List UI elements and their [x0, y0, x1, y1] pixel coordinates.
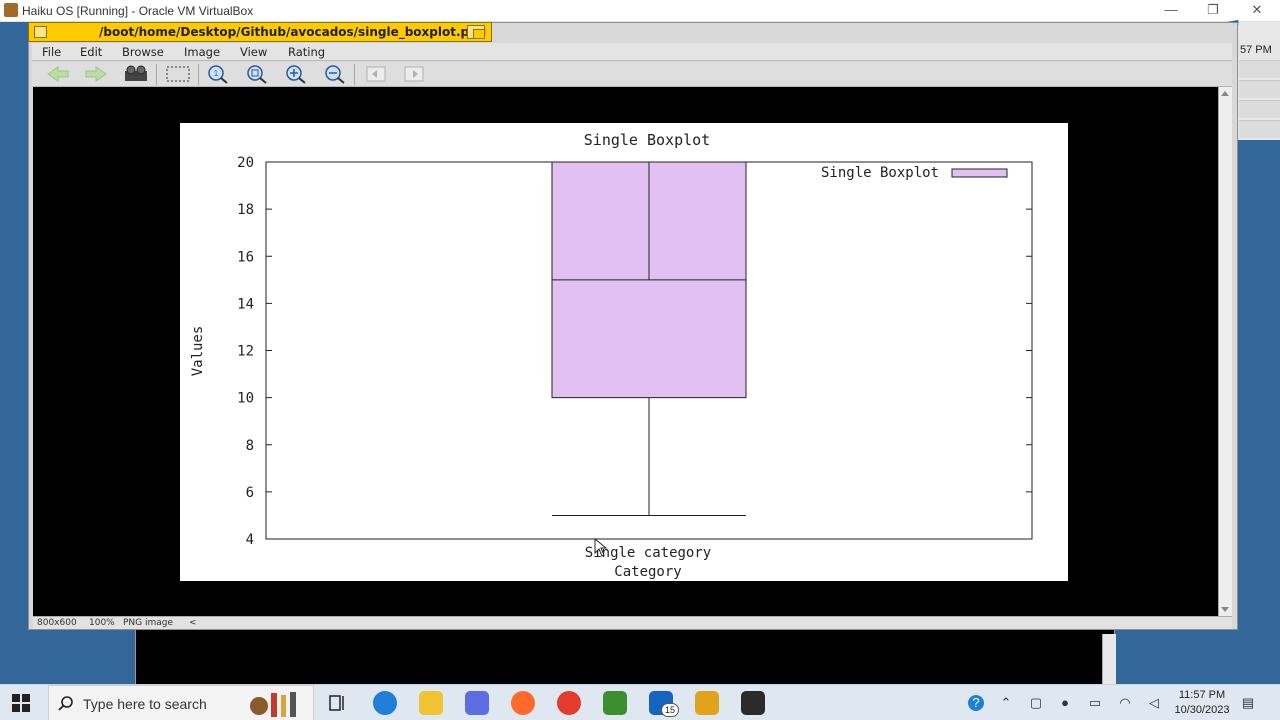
y-tick-label: 6	[246, 485, 254, 501]
mail-icon[interactable]: 15	[649, 691, 679, 717]
virtualbox-app-icon	[4, 3, 18, 17]
back-arrow-icon[interactable]	[44, 64, 72, 84]
mouse-cursor-icon	[594, 537, 608, 557]
zoom-out-icon[interactable]	[321, 64, 349, 84]
y-tick-label: 8	[246, 438, 254, 454]
meet-now-icon[interactable]: ▢	[1028, 695, 1044, 711]
vertical-scrollbar[interactable]	[1218, 87, 1232, 616]
legend-label: Single Boxplot	[821, 165, 939, 181]
background-window-content	[135, 630, 1115, 684]
status-type: PNG image	[123, 618, 174, 628]
volume-icon[interactable]: ◁	[1146, 695, 1162, 711]
svg-text:1: 1	[214, 69, 219, 78]
task-view-icon[interactable]	[325, 691, 349, 715]
image-path-title: /boot/home/Desktop/Github/avocados/singl…	[99, 25, 487, 39]
slideshow-projector-icon[interactable]	[122, 64, 150, 84]
virtualbox-taskbar-icon[interactable]	[695, 691, 719, 715]
status-bar: 800x600 100% PNG image <	[33, 616, 1232, 629]
search-placeholder: Type here to search	[83, 696, 207, 712]
notifications-icon[interactable]: ▤	[1240, 695, 1256, 711]
y-tick-label: 12	[237, 344, 254, 360]
window-title: Haiku OS [Running] - Oracle VM VirtualBo…	[22, 4, 254, 18]
show-hidden-icons-chevron-icon[interactable]: ⌃	[998, 695, 1014, 711]
selection-icon[interactable]	[164, 64, 192, 84]
y-tick-label: 18	[237, 202, 254, 218]
y-tick-label: 10	[237, 391, 254, 407]
android-studio-icon[interactable]	[603, 691, 627, 715]
boxplot-chart: Single Boxplot 4 6 8 10 12 14 16 18 20 Values Si…	[190, 131, 1033, 580]
copilot-icon[interactable]	[465, 691, 489, 715]
fit-to-window-icon[interactable]	[243, 64, 271, 84]
scroll-up-arrow[interactable]	[1221, 91, 1229, 96]
y-tick-label: 4	[246, 532, 254, 548]
edge-browser-icon[interactable]	[373, 691, 397, 715]
restore-button[interactable]: ❐	[1192, 0, 1234, 22]
legend-swatch	[951, 168, 1008, 178]
windows-start-icon[interactable]	[12, 694, 30, 712]
taskbar-search-box[interactable]: Type here to search	[48, 685, 314, 720]
window-tab[interactable]: /boot/home/Desktop/Github/avocados/singl…	[28, 22, 492, 42]
mail-badge: 15	[661, 703, 679, 717]
menu-bar: File Edit Browse Image View Rating	[32, 43, 1232, 61]
wifi-icon[interactable]: ◠	[1117, 695, 1133, 711]
y-tick-label: 14	[237, 296, 254, 312]
microphone-icon[interactable]: ●	[1057, 695, 1073, 711]
help-icon[interactable]: ?	[968, 695, 984, 711]
status-dimensions: 800x600	[37, 618, 77, 628]
background-window-scrollbar[interactable]	[1102, 634, 1116, 684]
chart-title: Single Boxplot	[584, 131, 710, 149]
displayed-image: Single Boxplot 4 6 8 10 12 14 16 18 20 Values Si…	[180, 123, 1068, 581]
scroll-down-arrow[interactable]	[1221, 607, 1229, 612]
window-zoom-button[interactable]	[467, 25, 485, 39]
clock-date: 10/30/2023	[1174, 704, 1230, 716]
file-explorer-icon[interactable]	[419, 691, 443, 715]
terminal-app-icon[interactable]	[741, 691, 765, 715]
close-button[interactable]: ✕	[1236, 0, 1278, 22]
tools-illustration-icon	[250, 692, 296, 717]
menu-rating[interactable]: Rating	[288, 45, 325, 59]
next-page-icon[interactable]	[400, 64, 428, 84]
previous-page-icon[interactable]	[362, 64, 390, 84]
toolbar: 1	[32, 62, 1232, 87]
status-zoom: 100%	[89, 618, 115, 628]
menu-view[interactable]: View	[240, 45, 267, 59]
chrome-icon[interactable]	[557, 691, 581, 715]
virtualbox-titlebar: Haiku OS [Running] - Oracle VM VirtualBo…	[0, 0, 1280, 22]
menu-browse[interactable]: Browse	[122, 45, 164, 59]
zoom-in-icon[interactable]	[282, 64, 310, 84]
y-tick-label: 20	[237, 155, 254, 171]
x-axis-label: Category	[614, 564, 681, 580]
menu-image[interactable]: Image	[184, 45, 220, 59]
firefox-icon[interactable]	[511, 691, 535, 715]
deskbar-clock: 57 PM	[1238, 41, 1280, 59]
forward-arrow-icon[interactable]	[82, 64, 110, 84]
minimize-button[interactable]: —	[1150, 0, 1192, 22]
battery-icon[interactable]: ▭	[1087, 695, 1103, 711]
y-tick-label: 16	[237, 249, 254, 265]
search-icon	[58, 696, 73, 711]
windows-taskbar: Type here to search 15 ? ⌃ ▢ ● ▭ ◠ ◁ 11:…	[0, 684, 1280, 720]
menu-edit[interactable]: Edit	[80, 45, 102, 59]
y-axis-label: Values	[190, 326, 206, 377]
boxplot-series	[551, 161, 747, 516]
window-close-button[interactable]	[34, 26, 47, 38]
menu-file[interactable]: File	[42, 45, 61, 59]
taskbar-clock[interactable]: 11:57 PM 10/30/2023	[1170, 688, 1234, 718]
clock-time: 11:57 PM	[1178, 689, 1226, 701]
original-size-icon[interactable]: 1	[204, 64, 232, 84]
scroll-left-arrow[interactable]: <	[189, 618, 197, 628]
